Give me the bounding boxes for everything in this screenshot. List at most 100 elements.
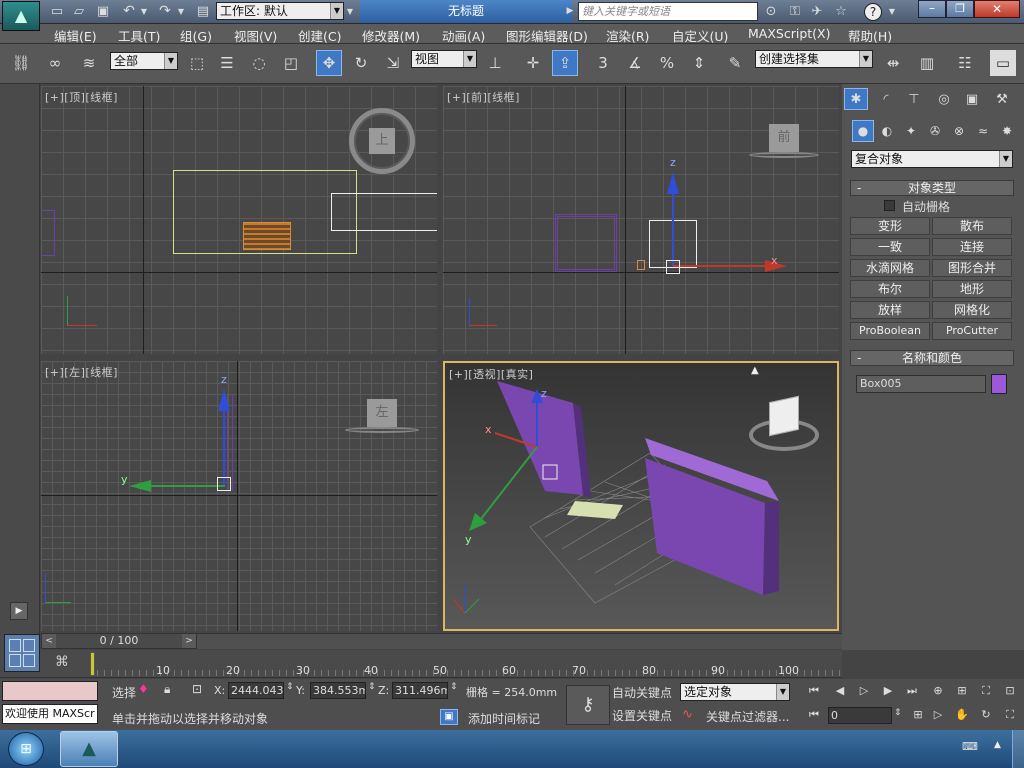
procutter-button[interactable]: ProCutter (932, 322, 1012, 340)
selection-filter-select[interactable]: 全部 ▼ (110, 52, 178, 70)
show-desktop-button[interactable] (1012, 730, 1024, 768)
go-to-end-icon[interactable]: ⏭ (902, 682, 922, 700)
link-icon[interactable]: ⛓ (8, 50, 34, 76)
prev-frame-button[interactable]: < (42, 634, 56, 648)
scatter-button[interactable]: 散布 (932, 217, 1012, 235)
hierarchy-tab-icon[interactable]: ⊤ (902, 88, 926, 110)
undo-icon[interactable]: ↶ (118, 0, 140, 22)
boolean-button[interactable]: 布尔 (850, 280, 930, 298)
maximize-viewport-icon[interactable]: ⛶ (1000, 706, 1020, 724)
auto-key-button[interactable]: 自动关键点 (612, 683, 676, 703)
cameras-category-icon[interactable]: ✇ (924, 120, 946, 142)
object-category-select[interactable]: 复合对象 ▼ (851, 150, 1013, 168)
y-spinner-icon[interactable]: ⇕ (368, 682, 376, 692)
keyboard-shortcut-override-icon[interactable]: ⇪ (552, 50, 578, 76)
menu-create[interactable]: 创建(C) (298, 26, 341, 45)
maxscript-listener-pink[interactable] (2, 681, 98, 701)
geometry-category-icon[interactable]: ● (852, 120, 874, 142)
zoom-all-icon[interactable]: ⊞ (952, 682, 972, 700)
save-file-icon[interactable]: ▣ (92, 0, 114, 22)
viewport-perspective[interactable]: z x y ▲ [+][透视][真实] (443, 361, 839, 631)
help-dropdown-icon[interactable]: ▼ (886, 0, 898, 22)
menu-animation[interactable]: 动画(A) (442, 26, 485, 45)
systems-category-icon[interactable]: ✸ (996, 120, 1018, 142)
open-file-icon[interactable]: ▱ (68, 0, 90, 22)
previous-frame-icon[interactable]: ◀ (830, 682, 850, 700)
isolate-selection-icon[interactable]: ♦ (138, 682, 154, 698)
motion-tab-icon[interactable]: ◎ (932, 88, 956, 110)
select-by-name-icon[interactable]: ☰ (214, 50, 240, 76)
loft-button[interactable]: 放样 (850, 301, 930, 319)
window-crossing-icon[interactable]: ◰ (278, 50, 304, 76)
percent-snap-icon[interactable]: % (654, 50, 680, 76)
menu-rendering[interactable]: 渲染(R) (606, 26, 649, 45)
subscription-icon[interactable]: ⚿ (784, 0, 806, 22)
menu-customize[interactable]: 自定义(U) (672, 26, 728, 45)
select-and-rotate-icon[interactable]: ↻ (348, 50, 374, 76)
pan-hand-icon[interactable]: ✋ (952, 706, 972, 724)
z-spinner-icon[interactable]: ⇕ (450, 682, 458, 692)
binoculars-icon[interactable]: ⊙ (760, 0, 782, 22)
menu-graph-editors[interactable]: 图形编辑器(D) (506, 26, 588, 45)
restore-button[interactable]: ❐ (946, 0, 974, 18)
edit-named-selection-icon[interactable]: ✎ (722, 50, 748, 76)
orbit-icon[interactable]: ↻ (976, 706, 996, 724)
viewcube-left[interactable]: 左 (341, 399, 421, 437)
select-and-scale-icon[interactable]: ⇲ (380, 50, 406, 76)
viewport-layout-icon[interactable] (4, 634, 40, 672)
menu-maxscript[interactable]: MAXScript(X) (748, 26, 830, 41)
angle-snap-icon[interactable]: ∡ (622, 50, 648, 76)
display-tab-icon[interactable]: ▣ (960, 88, 984, 110)
absolute-mode-icon[interactable]: ⊡ (192, 682, 208, 698)
viewcube-perspective[interactable] (749, 393, 819, 459)
next-frame-icon[interactable]: ▶ (878, 682, 898, 700)
shapes-category-icon[interactable]: ◐ (876, 120, 898, 142)
mesher-button[interactable]: 网格化 (932, 301, 1012, 319)
object-type-rollout-header[interactable]: - 对象类型 (850, 180, 1014, 196)
add-time-tag-label[interactable]: 添加时间标记 (468, 710, 540, 727)
modify-tab-icon[interactable]: ◜ (874, 88, 898, 110)
viewport-label[interactable]: [+][透视][真实] (449, 366, 533, 382)
mirror-icon[interactable]: ⇹ (880, 50, 906, 76)
viewport-front[interactable]: z x 前 [+][前][线框] (443, 86, 839, 354)
keyboard-tray-icon[interactable]: ⌨ (962, 740, 980, 754)
viewcube-front[interactable]: 前 (749, 124, 819, 160)
name-color-rollout-header[interactable]: - 名称和颜色 (850, 350, 1014, 366)
layer-manager-icon[interactable]: ☷ (952, 50, 978, 76)
menu-help[interactable]: 帮助(H) (848, 26, 892, 45)
viewport-label[interactable]: [+][顶][线框] (45, 89, 118, 105)
viewport-label[interactable]: [+][左][线框] (45, 364, 118, 380)
viewport-top[interactable]: 上 [+][顶][线框] (41, 86, 437, 354)
set-key-button[interactable]: 设置关键点 (612, 706, 676, 726)
select-manipulate-icon[interactable]: ✛ (520, 50, 546, 76)
terrain-button[interactable]: 地形 (932, 280, 1012, 298)
object-name-field[interactable]: Box005 (856, 375, 986, 393)
go-to-start-icon[interactable]: ⏮ (804, 682, 824, 700)
bind-space-warp-icon[interactable]: ≋ (76, 50, 102, 76)
key-filters-icon[interactable]: ∿ (682, 707, 693, 722)
utilities-tab-icon[interactable]: ⚒ (990, 88, 1014, 110)
next-frame-button[interactable]: > (182, 634, 196, 648)
space-warps-category-icon[interactable]: ≈ (972, 120, 994, 142)
search-expand-icon[interactable]: ▶ (564, 0, 576, 22)
menu-modifiers[interactable]: 修改器(M) (362, 26, 420, 45)
close-button[interactable]: ✕ (974, 0, 1020, 18)
menu-view[interactable]: 视图(V) (234, 26, 277, 45)
time-slider[interactable]: < 0 / 100 > (41, 633, 197, 649)
minimize-button[interactable]: – (918, 0, 946, 18)
key-mode-toggle-icon[interactable]: ⏮ (804, 706, 824, 724)
align-icon[interactable]: ▥ (914, 50, 940, 76)
select-object-icon[interactable]: ⬚ (184, 50, 210, 76)
lights-category-icon[interactable]: ✦ (900, 120, 922, 142)
workspace-select[interactable]: 工作区: 默认 ▼ (216, 2, 344, 20)
selection-region-icon[interactable]: ◌ (246, 50, 272, 76)
create-tab-icon[interactable]: ✱ (844, 88, 868, 110)
zoom-icon[interactable]: ⊕ (928, 682, 948, 700)
undo-dropdown-icon[interactable]: ▼ (138, 0, 150, 22)
redo-icon[interactable]: ↷ (154, 0, 176, 22)
morph-button[interactable]: 变形 (850, 217, 930, 235)
ribbon-toggle-icon[interactable]: ▭ (990, 50, 1016, 76)
viewport-left[interactable]: z y 左 [+][左][线框] (41, 361, 437, 631)
y-coord-field[interactable]: 384.553mr (310, 682, 366, 699)
menu-tools[interactable]: 工具(T) (118, 26, 160, 45)
